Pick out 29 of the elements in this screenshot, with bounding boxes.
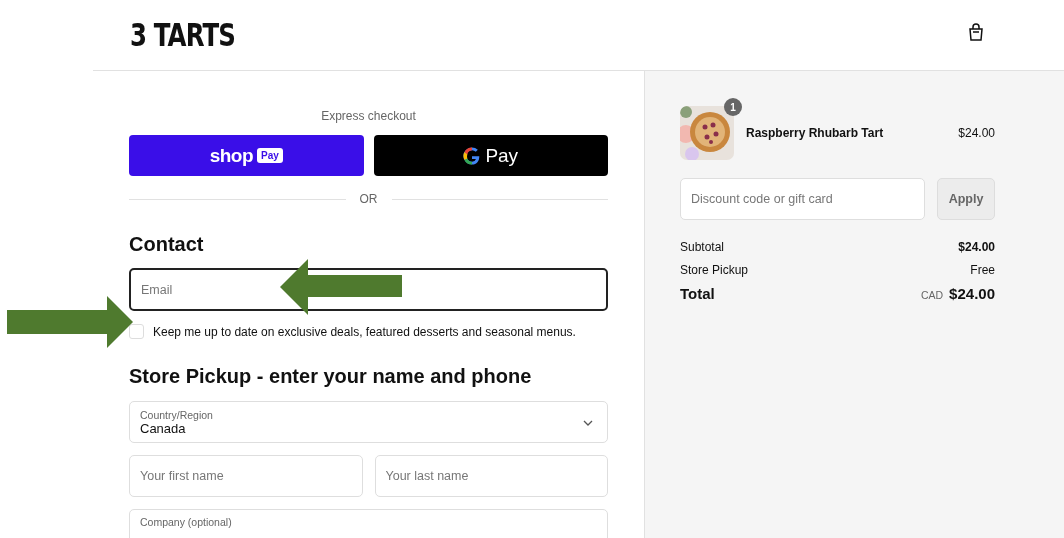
- contact-heading: Contact: [129, 233, 205, 256]
- discount-code-field[interactable]: Discount code or gift card: [680, 178, 925, 220]
- express-checkout-label: Express checkout: [320, 109, 417, 123]
- country-select[interactable]: Country/Region Canada: [129, 401, 608, 443]
- company-field[interactable]: Company (optional): [129, 509, 608, 538]
- total-value: $24.00: [949, 285, 995, 302]
- apply-button[interactable]: Apply: [937, 178, 995, 220]
- first-name-field[interactable]: Your first name: [129, 455, 363, 497]
- google-g-icon: [463, 146, 482, 165]
- newsletter-label: Keep me up to date on exclusive deals, featured desserts and seasonal menus.: [153, 324, 576, 339]
- last-name-field[interactable]: Your last name: [374, 455, 608, 497]
- chevron-down-icon: [583, 420, 593, 426]
- summary-label: Store Pickup: [680, 263, 749, 277]
- google-pay-button[interactable]: Pay: [373, 135, 608, 176]
- left-arrow-icon: [280, 257, 404, 317]
- summary-value: $24.00: [958, 240, 995, 254]
- product-price: $24.00: [958, 126, 995, 140]
- summary-value: Free: [970, 263, 995, 277]
- summary-label: Subtotal: [680, 240, 725, 254]
- quantity-badge: 1: [724, 98, 742, 116]
- or-divider-label: OR: [359, 192, 378, 206]
- total-label: Total: [680, 285, 715, 302]
- currency-label: CAD: [920, 289, 944, 301]
- store-pickup-heading: Store Pickup - enter your name and phone: [129, 365, 533, 388]
- product-name: Raspberry Rhubarb Tart: [746, 126, 885, 140]
- right-arrow-icon: [7, 296, 133, 348]
- logo[interactable]: 3 TARTS: [130, 16, 236, 54]
- shop-pay-button[interactable]: shop Pay: [129, 135, 364, 176]
- shopping-bag-icon[interactable]: [968, 23, 984, 41]
